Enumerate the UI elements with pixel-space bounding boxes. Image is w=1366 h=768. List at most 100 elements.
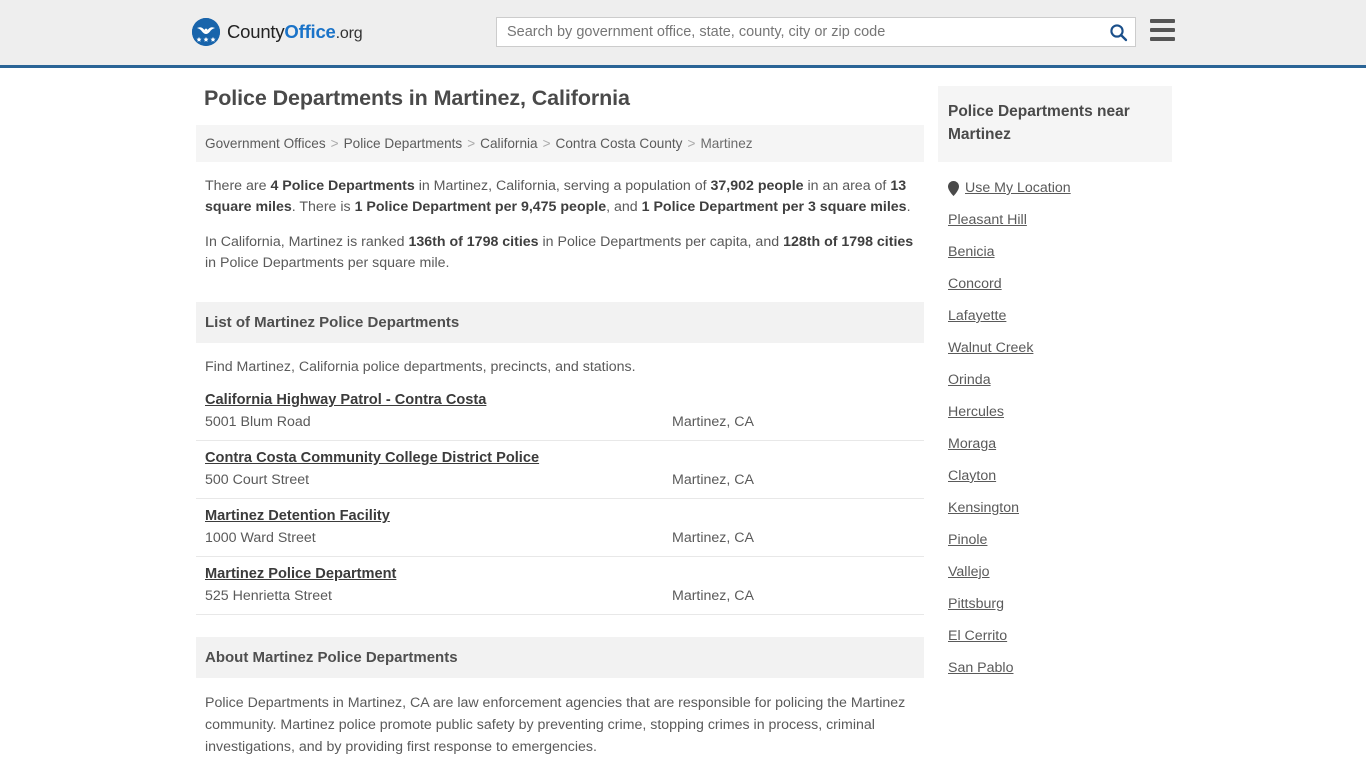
listing-name-link[interactable]: California Highway Patrol - Contra Costa — [205, 392, 486, 408]
sidebar-item-city[interactable]: Hercules — [948, 396, 1172, 428]
sidebar-city-link[interactable]: Benicia — [948, 244, 995, 260]
sidebar-item-use-my-location[interactable]: Use My Location — [948, 172, 1172, 204]
sidebar-heading: Police Departments near Martinez — [938, 86, 1172, 162]
page-title: Police Departments in Martinez, Californ… — [204, 86, 630, 110]
statistics-paragraph-1: There are 4 Police Departments in Martin… — [205, 176, 915, 218]
stats-text: . — [906, 199, 911, 215]
sidebar-item-city[interactable]: Orinda — [948, 364, 1172, 396]
breadcrumb-item-government-offices[interactable]: Government Offices — [205, 136, 326, 151]
stats-population: 37,902 people — [710, 178, 804, 194]
listing-name-link[interactable]: Contra Costa Community College District … — [205, 450, 539, 466]
list-section-heading: List of Martinez Police Departments — [196, 302, 924, 343]
stats-text: in Police Departments per square mile. — [205, 255, 450, 271]
stats-text: In California, Martinez is ranked — [205, 234, 409, 250]
sidebar: Police Departments near Martinez Use My … — [938, 86, 1172, 684]
breadcrumb-separator: > — [467, 136, 476, 151]
stats-per-capita: 1 Police Department per 9,475 people — [354, 199, 607, 215]
sidebar-city-link[interactable]: Lafayette — [948, 308, 1006, 324]
sidebar-item-city[interactable]: San Pablo — [948, 652, 1172, 684]
listing-name-link[interactable]: Martinez Police Department — [205, 566, 396, 582]
breadcrumb-item-contra-costa-county[interactable]: Contra Costa County — [556, 136, 683, 151]
statistics-paragraph-2: In California, Martinez is ranked 136th … — [205, 232, 915, 274]
stats-per-square-mile: 1 Police Department per 3 square miles — [641, 199, 907, 215]
stats-text: in an area of — [803, 178, 891, 194]
site-logo-text: CountyOffice.org — [227, 21, 363, 43]
listing-city: Martinez, CA — [672, 472, 754, 488]
stats-text: . There is — [291, 199, 355, 215]
listing-address: 500 Court Street — [205, 472, 310, 488]
sidebar-item-city[interactable]: Kensington — [948, 492, 1172, 524]
stats-text: , and — [606, 199, 642, 215]
sidebar-item-city[interactable]: Pleasant Hill — [948, 204, 1172, 236]
search-input[interactable] — [497, 18, 1101, 46]
search-bar[interactable] — [496, 17, 1136, 47]
listing-city: Martinez, CA — [672, 414, 754, 430]
sidebar-item-city[interactable]: Pittsburg — [948, 588, 1172, 620]
listing-row[interactable]: Contra Costa Community College District … — [196, 441, 924, 499]
hamburger-menu-icon[interactable] — [1150, 19, 1175, 41]
use-my-location-link[interactable]: Use My Location — [965, 180, 1071, 196]
sidebar-item-city[interactable]: El Cerrito — [948, 620, 1172, 652]
breadcrumb-item-police-departments[interactable]: Police Departments — [344, 136, 463, 151]
listing-row[interactable]: California Highway Patrol - Contra Costa… — [196, 383, 924, 441]
search-button[interactable] — [1101, 18, 1135, 46]
sidebar-city-link[interactable]: Pittsburg — [948, 596, 1004, 612]
sidebar-city-link[interactable]: Pleasant Hill — [948, 212, 1027, 228]
sidebar-item-city[interactable]: Benicia — [948, 236, 1172, 268]
about-section-body: Police Departments in Martinez, CA are l… — [205, 695, 906, 755]
stats-count-departments: 4 Police Departments — [270, 178, 415, 194]
listing-name-link[interactable]: Martinez Detention Facility — [205, 508, 390, 524]
search-icon — [1109, 23, 1127, 41]
site-logo[interactable]: CountyOffice.org — [192, 18, 363, 46]
listing-city: Martinez, CA — [672, 530, 754, 546]
logo-text-org: .org — [335, 25, 363, 42]
sidebar-item-city[interactable]: Walnut Creek — [948, 332, 1172, 364]
sidebar-city-link[interactable]: Hercules — [948, 404, 1004, 420]
sidebar-city-link[interactable]: Kensington — [948, 500, 1019, 516]
sidebar-city-link[interactable]: Moraga — [948, 436, 996, 452]
breadcrumb-separator: > — [542, 136, 551, 151]
sidebar-city-link[interactable]: San Pablo — [948, 660, 1013, 676]
sidebar-city-link[interactable]: Walnut Creek — [948, 340, 1033, 356]
stats-text: There are — [205, 178, 271, 194]
sidebar-city-link[interactable]: Concord — [948, 276, 1002, 292]
sidebar-item-city[interactable]: Clayton — [948, 460, 1172, 492]
site-header: CountyOffice.org — [0, 0, 1366, 68]
listing-row[interactable]: Martinez Detention Facility 1000 Ward St… — [196, 499, 924, 557]
logo-text-office: Office — [284, 21, 336, 42]
sidebar-city-link[interactable]: Pinole — [948, 532, 987, 548]
sidebar-city-link[interactable]: El Cerrito — [948, 628, 1007, 644]
listing-city: Martinez, CA — [672, 588, 754, 604]
breadcrumb-separator: > — [687, 136, 696, 151]
listing-address: 525 Henrietta Street — [205, 588, 332, 604]
breadcrumb-separator: > — [330, 136, 339, 151]
breadcrumb-item-martinez: Martinez — [700, 136, 753, 151]
listing-address: 5001 Blum Road — [205, 414, 311, 430]
sidebar-city-link[interactable]: Orinda — [948, 372, 991, 388]
hamburger-bar — [1150, 37, 1175, 41]
hamburger-bar — [1150, 19, 1175, 23]
sidebar-city-link[interactable]: Clayton — [948, 468, 996, 484]
list-section-description: Find Martinez, California police departm… — [205, 359, 636, 375]
breadcrumb-item-california[interactable]: California — [480, 136, 537, 151]
sidebar-item-city[interactable]: Pinole — [948, 524, 1172, 556]
stats-rank-per-square-mile: 128th of 1798 cities — [783, 234, 914, 250]
stats-text: in Police Departments per capita, and — [538, 234, 784, 250]
stats-text: in Martinez, California, serving a popul… — [414, 178, 711, 194]
sidebar-city-link[interactable]: Vallejo — [948, 564, 990, 580]
logo-text-county: County — [227, 21, 285, 42]
statistics-block: There are 4 Police Departments in Martin… — [196, 162, 924, 292]
main-content: Police Departments in Martinez, Californ… — [196, 86, 924, 764]
listing-row[interactable]: Martinez Police Department 525 Henrietta… — [196, 557, 924, 615]
sidebar-item-city[interactable]: Vallejo — [948, 556, 1172, 588]
stats-rank-per-capita: 136th of 1798 cities — [408, 234, 539, 250]
hamburger-bar — [1150, 28, 1175, 32]
listing-address: 1000 Ward Street — [205, 530, 316, 546]
sidebar-item-city[interactable]: Moraga — [948, 428, 1172, 460]
breadcrumb: Government Offices > Police Departments > Ca… — [196, 125, 924, 162]
sidebar-city-list: Use My Location Pleasant Hill Benicia Co… — [938, 162, 1172, 684]
eagle-shield-logo-icon — [192, 18, 220, 46]
sidebar-item-city[interactable]: Lafayette — [948, 300, 1172, 332]
sidebar-item-city[interactable]: Concord — [948, 268, 1172, 300]
map-pin-icon — [948, 180, 959, 196]
